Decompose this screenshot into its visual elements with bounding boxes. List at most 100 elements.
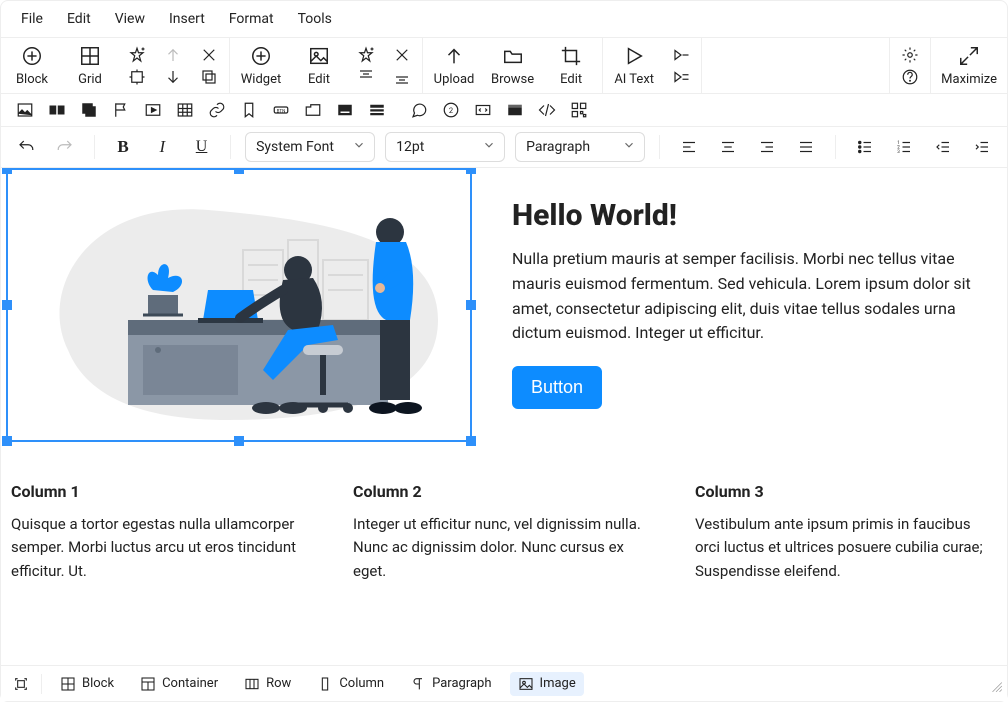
style-select[interactable]: Paragraph bbox=[515, 132, 645, 162]
button-icon[interactable]: BTN bbox=[271, 100, 291, 120]
menu-file[interactable]: File bbox=[9, 5, 55, 33]
tab-icon[interactable] bbox=[303, 100, 323, 120]
size-select[interactable]: 12pt bbox=[385, 132, 505, 162]
chevron-down-icon bbox=[622, 138, 636, 156]
code-icon[interactable] bbox=[537, 100, 557, 120]
copy-icon[interactable] bbox=[199, 67, 219, 87]
hero-body[interactable]: Nulla pretium mauris at semper facilisis… bbox=[512, 247, 1002, 346]
align-left-button[interactable] bbox=[674, 131, 703, 163]
upload-button[interactable]: Upload bbox=[433, 44, 475, 87]
column-title[interactable]: Column 3 bbox=[695, 482, 997, 501]
hero-button[interactable]: Button bbox=[512, 366, 602, 409]
play-lines-icon[interactable] bbox=[671, 67, 691, 87]
bullet-list-button[interactable] bbox=[850, 131, 879, 163]
list-icon[interactable] bbox=[367, 100, 387, 120]
column-3[interactable]: Column 3 Vestibulum ante ipsum primis in… bbox=[695, 482, 997, 583]
widget-button[interactable]: Widget bbox=[240, 44, 282, 87]
flag-icon[interactable] bbox=[111, 100, 131, 120]
comment-icon[interactable] bbox=[409, 100, 429, 120]
bc-select-all[interactable] bbox=[11, 672, 31, 696]
align-center-button[interactable] bbox=[713, 131, 742, 163]
selected-image[interactable] bbox=[6, 168, 472, 442]
link-icon[interactable] bbox=[207, 100, 227, 120]
bc-paragraph[interactable]: Paragraph bbox=[402, 672, 499, 696]
arrow-down-icon[interactable] bbox=[163, 67, 183, 87]
ai-text-button[interactable]: AI Text bbox=[613, 44, 655, 87]
gallery-icon[interactable] bbox=[47, 100, 67, 120]
resize-handle-bl[interactable] bbox=[2, 436, 12, 446]
resize-handle-bm[interactable] bbox=[234, 436, 244, 446]
editor-canvas[interactable]: Hello World! Nulla pretium mauris at sem… bbox=[1, 168, 1007, 632]
menu-tools[interactable]: Tools bbox=[286, 5, 344, 33]
plus-circle-icon bbox=[249, 44, 273, 68]
star-plus-icon[interactable] bbox=[127, 45, 147, 65]
resize-handle-mr[interactable] bbox=[466, 300, 476, 310]
embed-icon[interactable] bbox=[473, 100, 493, 120]
bc-image[interactable]: Image bbox=[510, 672, 584, 696]
svg-text:2: 2 bbox=[449, 106, 453, 115]
resize-handle-br[interactable] bbox=[466, 436, 476, 446]
menu-insert[interactable]: Insert bbox=[157, 5, 217, 33]
bc-container[interactable]: Container bbox=[132, 672, 226, 696]
column-2[interactable]: Column 2 Integer ut efficitur nunc, vel … bbox=[353, 482, 655, 583]
resize-corner-icon[interactable] bbox=[989, 679, 1003, 697]
menu-view[interactable]: View bbox=[103, 5, 157, 33]
align-bottom-icon[interactable] bbox=[392, 67, 412, 87]
resize-handle-tm[interactable] bbox=[234, 168, 244, 174]
outdent-button[interactable] bbox=[928, 131, 957, 163]
edit-button[interactable]: Edit bbox=[550, 44, 592, 87]
number-circle-icon[interactable]: 2 bbox=[441, 100, 461, 120]
redo-button[interactable] bbox=[50, 131, 79, 163]
bc-column[interactable]: Column bbox=[309, 672, 392, 696]
gear-icon[interactable] bbox=[900, 45, 920, 65]
grid-button[interactable]: Grid bbox=[69, 44, 111, 87]
block-button[interactable]: Block bbox=[11, 44, 53, 87]
qr-icon[interactable] bbox=[569, 100, 589, 120]
undo-button[interactable] bbox=[11, 131, 40, 163]
column-body[interactable]: Quisque a tortor egestas nulla ullamcorp… bbox=[11, 513, 313, 583]
arrow-up-icon[interactable] bbox=[163, 45, 183, 65]
hero-illustration bbox=[8, 170, 470, 440]
star-plus-icon[interactable] bbox=[356, 45, 376, 65]
align-top-icon[interactable] bbox=[356, 67, 376, 87]
column-body[interactable]: Vestibulum ante ipsum primis in faucibus… bbox=[695, 513, 997, 583]
column-1[interactable]: Column 1 Quisque a tortor egestas nulla … bbox=[11, 482, 313, 583]
hero-title[interactable]: Hello World! bbox=[512, 198, 1002, 233]
resize-handle-tl[interactable] bbox=[2, 168, 12, 174]
browse-button[interactable]: Browse bbox=[491, 44, 534, 87]
align-right-button[interactable] bbox=[753, 131, 782, 163]
image-icon[interactable] bbox=[15, 100, 35, 120]
align-justify-button[interactable] bbox=[792, 131, 821, 163]
column-title[interactable]: Column 2 bbox=[353, 482, 655, 501]
menu-format[interactable]: Format bbox=[217, 5, 286, 33]
italic-button[interactable]: I bbox=[148, 131, 177, 163]
edit-image-button[interactable]: Edit bbox=[298, 44, 340, 87]
column-title[interactable]: Column 1 bbox=[11, 482, 313, 501]
table-icon[interactable] bbox=[175, 100, 195, 120]
close-icon[interactable] bbox=[199, 45, 219, 65]
resize-handle-ml[interactable] bbox=[2, 300, 12, 310]
column-body[interactable]: Integer ut efficitur nunc, vel dignissim… bbox=[353, 513, 655, 583]
bookmark-icon[interactable] bbox=[239, 100, 259, 120]
bc-block[interactable]: Block bbox=[52, 672, 122, 696]
bold-button[interactable]: B bbox=[108, 131, 137, 163]
inward-arrows-icon[interactable] bbox=[127, 67, 147, 87]
indent-button[interactable] bbox=[968, 131, 997, 163]
chevron-down-icon bbox=[352, 138, 366, 156]
close-icon[interactable] bbox=[392, 45, 412, 65]
menu-edit[interactable]: Edit bbox=[55, 5, 103, 33]
number-list-button[interactable]: 123 bbox=[889, 131, 918, 163]
resize-handle-tr[interactable] bbox=[466, 168, 476, 174]
stack-icon[interactable] bbox=[79, 100, 99, 120]
maximize-button[interactable]: Maximize bbox=[941, 44, 997, 87]
underline-button[interactable]: U bbox=[187, 131, 216, 163]
video-icon[interactable] bbox=[143, 100, 163, 120]
panel-icon[interactable] bbox=[505, 100, 525, 120]
help-icon[interactable] bbox=[900, 67, 920, 87]
hero-text[interactable]: Hello World! Nulla pretium mauris at sem… bbox=[512, 168, 1002, 409]
bc-row[interactable]: Row bbox=[236, 672, 299, 696]
play-line-icon[interactable] bbox=[671, 45, 691, 65]
card-icon[interactable] bbox=[335, 100, 355, 120]
folder-icon bbox=[501, 44, 525, 68]
font-select[interactable]: System Font bbox=[245, 132, 375, 162]
